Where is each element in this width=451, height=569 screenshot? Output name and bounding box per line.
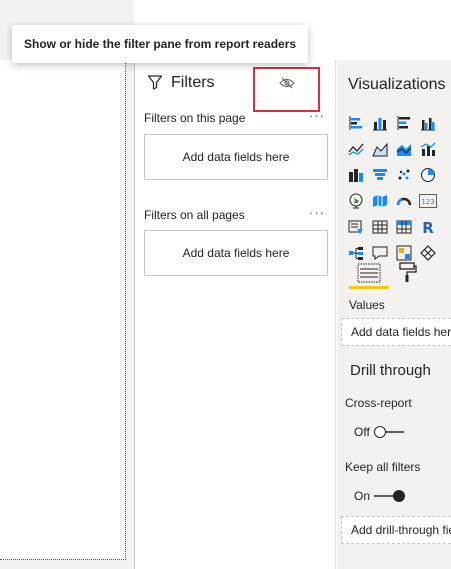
map-icon[interactable] xyxy=(345,190,367,212)
filled-map-icon[interactable] xyxy=(369,190,391,212)
scatter-chart-icon[interactable] xyxy=(393,164,415,186)
cross-report-state: Off xyxy=(354,425,370,439)
filter-funnel-icon xyxy=(147,74,163,93)
values-drop[interactable]: Add data fields here xyxy=(341,318,451,346)
toggle-knob[interactable] xyxy=(393,490,406,502)
ribbon-chart-icon[interactable] xyxy=(345,164,367,186)
filter-visibility-highlight[interactable] xyxy=(253,67,320,112)
more-options-icon[interactable]: ··· xyxy=(309,205,325,220)
keep-filters-label: Keep all filters xyxy=(345,460,421,474)
fields-icon[interactable] xyxy=(357,263,381,283)
toggle-track xyxy=(374,490,406,502)
matrix-icon[interactable] xyxy=(393,216,415,238)
clustered-bar-icon[interactable] xyxy=(393,112,415,134)
visualizations-title: Visualizations xyxy=(348,76,446,93)
svg-text:123: 123 xyxy=(421,198,434,206)
funnel-waterfall-icon[interactable] xyxy=(369,164,391,186)
cross-report-label: Cross-report xyxy=(345,396,412,410)
visualization-tabs xyxy=(349,260,449,292)
r-visual-icon[interactable]: R xyxy=(417,216,439,238)
svg-text:R: R xyxy=(422,219,434,235)
area-chart-icon[interactable] xyxy=(369,138,391,160)
toggle-track xyxy=(373,426,404,438)
report-page[interactable] xyxy=(0,60,126,560)
toggle-knob[interactable] xyxy=(373,426,386,438)
chevron-right-icon[interactable]: › xyxy=(317,76,321,90)
visualizations-pane: Visualizations 123 R Values Add data fie… xyxy=(337,60,451,569)
drill-through-title: Drill through xyxy=(350,362,431,379)
values-label: Values xyxy=(349,298,385,312)
tooltip-text: Show or hide the filter pane from report… xyxy=(24,37,297,51)
keep-filters-state: On xyxy=(354,489,371,503)
all-pages-filters-drop[interactable]: Add data fields here xyxy=(144,230,328,276)
filters-header: Filters xyxy=(147,72,215,94)
line-column-icon[interactable] xyxy=(417,138,439,160)
filters-all-pages-label: Filters on all pages xyxy=(144,208,245,222)
gauge-icon[interactable] xyxy=(393,190,415,212)
more-options-icon[interactable]: ··· xyxy=(309,108,325,123)
cross-report-toggle[interactable]: Off xyxy=(354,425,404,439)
clustered-column-icon[interactable] xyxy=(417,112,439,134)
stacked-column-icon[interactable] xyxy=(369,112,391,134)
tooltip: Show or hide the filter pane from report… xyxy=(12,25,308,63)
slicer-icon[interactable] xyxy=(345,216,367,238)
pie-chart-icon[interactable] xyxy=(417,164,439,186)
table-icon[interactable] xyxy=(369,216,391,238)
drill-through-drop[interactable]: Add drill-through fields here xyxy=(341,516,451,544)
active-tab-indicator xyxy=(349,286,389,289)
stacked-bar-icon[interactable] xyxy=(345,112,367,134)
paint-roller-icon[interactable] xyxy=(397,261,419,283)
page-filters-drop[interactable]: Add data fields here xyxy=(144,134,328,180)
filters-pane: Filters › Filters on this page ··· Add d… xyxy=(134,60,336,569)
eye-slash-icon[interactable] xyxy=(278,77,295,92)
report-canvas xyxy=(0,0,134,569)
filters-title: Filters xyxy=(171,74,215,91)
stacked-area-icon[interactable] xyxy=(393,138,415,160)
card-icon[interactable]: 123 xyxy=(417,190,439,212)
line-chart-icon[interactable] xyxy=(345,138,367,160)
keep-filters-toggle[interactable]: On xyxy=(354,489,406,503)
visual-gallery: 123 R xyxy=(345,112,451,264)
filters-page-label: Filters on this page xyxy=(144,111,246,125)
